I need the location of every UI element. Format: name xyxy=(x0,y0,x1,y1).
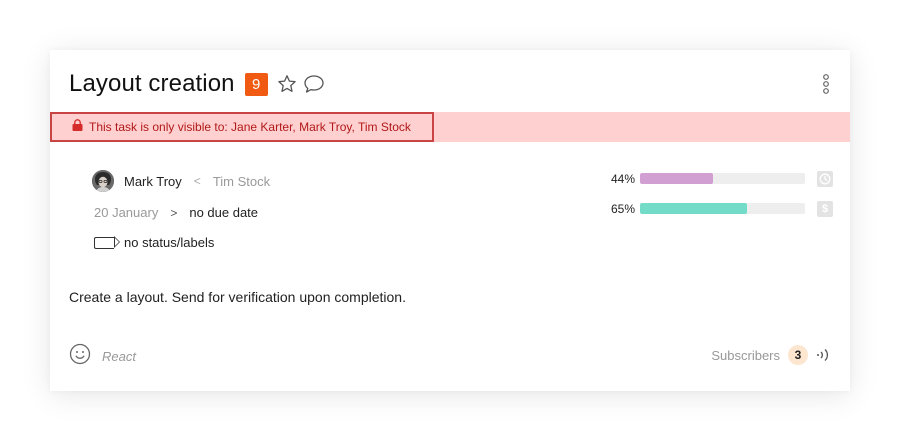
people-row: Mark Troy < Tim Stock xyxy=(92,170,270,192)
dollar-icon[interactable]: $ xyxy=(817,201,833,217)
label-tag-icon xyxy=(94,236,120,249)
react-label: React xyxy=(102,349,136,364)
visibility-notice: This task is only visible to: Jane Karte… xyxy=(50,112,434,142)
status-labels: no status/labels xyxy=(124,235,215,250)
star-outline-icon[interactable] xyxy=(277,74,297,94)
progress-time-row: 44% xyxy=(605,172,635,186)
budget-progress-label: 65% xyxy=(610,202,635,216)
subscribers[interactable]: Subscribers 3 xyxy=(711,345,832,365)
task-title[interactable]: Layout creation xyxy=(69,70,235,98)
budget-progress-bar[interactable] xyxy=(640,203,805,214)
broadcast-icon[interactable] xyxy=(816,346,832,364)
status-row[interactable]: no status/labels xyxy=(94,235,214,250)
people-separator: < xyxy=(193,174,201,188)
lock-icon xyxy=(72,118,83,136)
assignee-name[interactable]: Mark Troy xyxy=(124,174,182,189)
speech-bubble-icon[interactable] xyxy=(303,74,325,94)
clock-icon[interactable] xyxy=(817,171,833,187)
dates-separator: > xyxy=(170,205,178,220)
time-progress-fill xyxy=(640,173,713,184)
avatar[interactable] xyxy=(92,170,114,192)
time-progress-label: 44% xyxy=(610,172,635,186)
time-progress-bar[interactable] xyxy=(640,173,805,184)
subscribers-count: 3 xyxy=(788,345,808,365)
start-date[interactable]: 20 January xyxy=(94,205,158,220)
due-date[interactable]: no due date xyxy=(189,205,258,220)
author-name[interactable]: Tim Stock xyxy=(213,174,270,189)
react-button[interactable]: React xyxy=(69,343,136,370)
dates-row: 20 January > no due date xyxy=(94,205,258,220)
progress-budget-row: 65% xyxy=(605,202,635,216)
visibility-banner: This task is only visible to: Jane Karte… xyxy=(50,112,850,142)
smiley-icon xyxy=(69,343,91,370)
task-header: Layout creation 9 xyxy=(69,68,830,100)
task-description[interactable]: Create a layout. Send for verification u… xyxy=(69,289,406,305)
vertical-dots-icon[interactable] xyxy=(822,73,830,100)
budget-progress-fill xyxy=(640,203,748,214)
task-card: Layout creation 9 This task is only visi… xyxy=(50,50,850,391)
subscribers-label: Subscribers xyxy=(711,347,780,363)
task-count-badge: 9 xyxy=(244,72,268,96)
visibility-text: This task is only visible to: Jane Karte… xyxy=(89,120,411,134)
